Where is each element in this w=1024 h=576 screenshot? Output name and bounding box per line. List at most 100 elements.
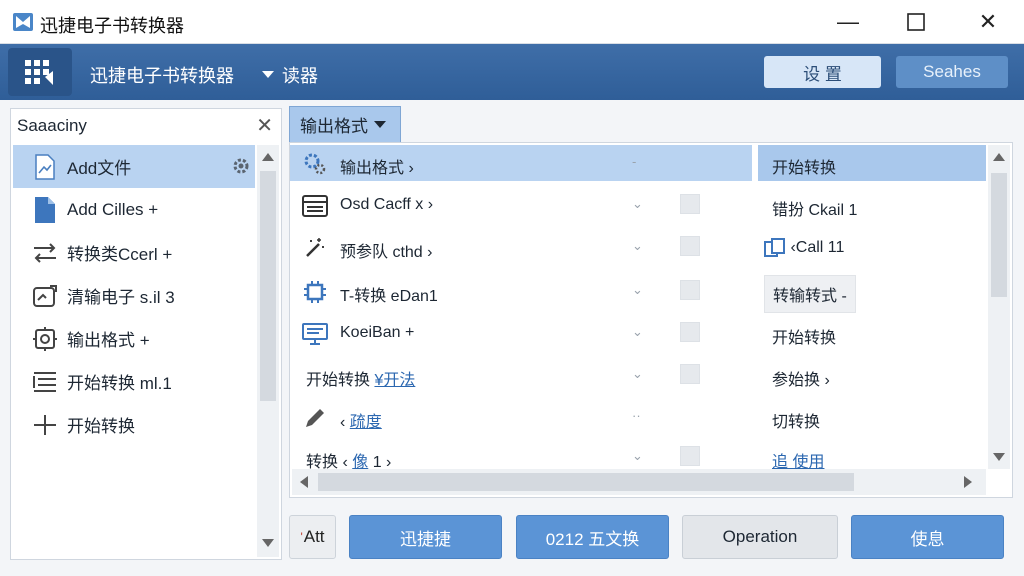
sidebar-item-convert-type[interactable]: 转换类Ccerl + (13, 231, 255, 274)
sidebar-item-start-convert-ml[interactable]: 开始转换 ml.1 (13, 360, 255, 403)
toolbar: 迅捷电子书转换器 读器 设 置 Seahes (0, 44, 1024, 100)
info-button[interactable]: 使息 (851, 515, 1004, 559)
row-chevron-icon[interactable]: ⌄ (632, 196, 643, 212)
table-horizontal-scrollbar[interactable] (292, 469, 986, 495)
row-checkbox[interactable] (680, 322, 700, 342)
row-chevron-icon[interactable]: ⌄ (632, 282, 643, 298)
sidebar-item-label: 开始转换 (67, 417, 135, 436)
maximize-icon (907, 13, 925, 31)
settings-button[interactable]: 设 置 (764, 56, 881, 88)
scroll-down-icon[interactable] (993, 453, 1005, 461)
sidebar-item-ebook[interactable]: 清输电子 s.il 3 (13, 274, 255, 317)
row-action[interactable]: 开始转换 (772, 154, 836, 178)
row-name-link[interactable]: 疏度 (350, 414, 382, 431)
tab-label: 输出格式 (300, 117, 368, 136)
table-row[interactable]: T-转换 eDan1 ⌄ 转输转式 - (290, 273, 986, 315)
row-format-select[interactable]: 转输转式 - (764, 275, 856, 313)
window-icon (302, 193, 328, 219)
row-name: 开始转换 ¥开法 (306, 372, 416, 389)
row-chevron-icon[interactable]: ·· (632, 408, 641, 423)
scrollbar-thumb[interactable] (318, 473, 854, 491)
sidebar-item-start-convert[interactable]: 开始转换 (13, 403, 255, 446)
sidebar-item-label: 清输电子 s.il 3 (67, 288, 175, 307)
row-checkbox[interactable] (680, 446, 700, 466)
document-icon (31, 153, 59, 181)
sidebar-scrollbar[interactable] (257, 145, 279, 557)
window-title: 迅捷电子书转换器 (40, 16, 184, 36)
scroll-down-icon[interactable] (262, 539, 274, 547)
row-chevron-icon[interactable]: ⌄ (632, 366, 643, 382)
sidebar-item-label: Add文件 (67, 159, 132, 178)
table-row[interactable]: 预参队 cthd › ⌄ ‹Call 11 (290, 229, 986, 271)
row-action[interactable]: ‹Call 11 (764, 238, 844, 258)
scroll-up-icon[interactable] (993, 153, 1005, 161)
scrollbar-thumb[interactable] (991, 173, 1007, 297)
row-name: 输出格式 › (340, 160, 414, 177)
convert-text-button[interactable]: 0212 五文换 (516, 515, 669, 559)
close-window-button[interactable]: ✕ (960, 0, 1016, 44)
sidebar-item-add-file[interactable]: Add文件 (13, 145, 255, 188)
row-chevron-icon[interactable]: ⌄ (632, 324, 643, 340)
row-action-label: ‹Call 11 (790, 239, 845, 257)
title-bar: 迅捷电子书转换器 — ✕ (0, 0, 1024, 44)
marker-icon: ' (300, 530, 303, 544)
caret-down-icon (262, 71, 274, 78)
minimize-button[interactable]: — (820, 0, 876, 44)
table-row[interactable]: ‹ 疏度 ·· 切转换 (290, 399, 986, 441)
sidebar-list: Add文件 Add Cilles + 转换类Ccerl + 清输电子 s.il … (13, 145, 255, 446)
table-row[interactable]: 输出格式 › - 开始转换 (290, 145, 986, 187)
sidebar-item-label: 输出格式 + (67, 331, 150, 350)
image-icon (31, 282, 59, 310)
app-menu-button[interactable] (8, 48, 72, 96)
tab-output-format[interactable]: 输出格式 (289, 106, 401, 142)
table-row[interactable]: Osd Cacff x › ⌄ 错扮 Ckail 1 (290, 187, 986, 229)
pencil-icon (302, 405, 328, 431)
maximize-button[interactable] (888, 0, 944, 44)
xunjie-button[interactable]: 迅捷捷 (349, 515, 502, 559)
sidebar-item-add-files[interactable]: Add Cilles + (13, 188, 255, 231)
search-button[interactable]: Seahes (896, 56, 1008, 88)
sidebar-item-label: 转换类Ccerl + (67, 245, 173, 264)
sidebar-close-icon[interactable]: ✕ (256, 113, 273, 138)
gear-icon (302, 151, 328, 177)
sidebar-item-label: 开始转换 ml.1 (67, 374, 172, 393)
row-action[interactable]: 切转换 (772, 408, 820, 432)
reader-dropdown[interactable]: 读器 (262, 62, 318, 88)
format-table: 输出格式 › - 开始转换 Osd Cacff x › ⌄ 错扮 Ckail 1… (289, 142, 1013, 498)
chip-icon (302, 279, 328, 305)
scrollbar-thumb[interactable] (260, 171, 276, 401)
row-checkbox[interactable] (680, 364, 700, 384)
scroll-right-icon[interactable] (964, 476, 972, 488)
attach-button[interactable]: ' Att (289, 515, 336, 559)
row-action[interactable]: 错扮 Ckail 1 (772, 196, 857, 220)
row-action[interactable]: 开始转换 (772, 324, 836, 348)
row-name: ‹ 疏度 (340, 414, 382, 431)
row-name: T-转换 eDan1 (340, 288, 438, 305)
magic-icon (302, 235, 328, 261)
row-checkbox[interactable] (680, 194, 700, 214)
reader-dropdown-label: 读器 (282, 66, 318, 86)
table-row[interactable]: 开始转换 ¥开法 ⌄ 参始换 › (290, 357, 986, 399)
sidebar-item-output-format[interactable]: 输出格式 + (13, 317, 255, 360)
caret-down-icon (374, 120, 386, 128)
row-name: Osd Cacff x › (340, 196, 434, 213)
table-vertical-scrollbar[interactable] (988, 145, 1010, 469)
scroll-left-icon[interactable] (300, 476, 308, 488)
sidebar-title: Saaaciny (17, 116, 87, 135)
operation-button[interactable]: Operation (682, 515, 838, 559)
row-chevron-icon[interactable]: ⌄ (632, 448, 643, 464)
scroll-up-icon[interactable] (262, 153, 274, 161)
table-row[interactable]: KoeiBan + ⌄ 开始转换 (290, 315, 986, 357)
gear-icon[interactable] (231, 156, 251, 181)
row-checkbox[interactable] (680, 236, 700, 256)
toolbar-app-title: 迅捷电子书转换器 (90, 66, 234, 86)
row-checkbox[interactable] (680, 280, 700, 300)
file-icon (31, 196, 59, 224)
row-name: KoeiBan + (340, 324, 415, 341)
row-name: 预参队 cthd › (340, 244, 433, 261)
row-name-link[interactable]: ¥开法 (374, 372, 415, 389)
row-chevron-icon[interactable]: ⌄ (632, 238, 643, 254)
copy-icon (764, 238, 785, 257)
convert-icon (31, 239, 59, 267)
row-action[interactable]: 参始换 › (772, 366, 830, 390)
